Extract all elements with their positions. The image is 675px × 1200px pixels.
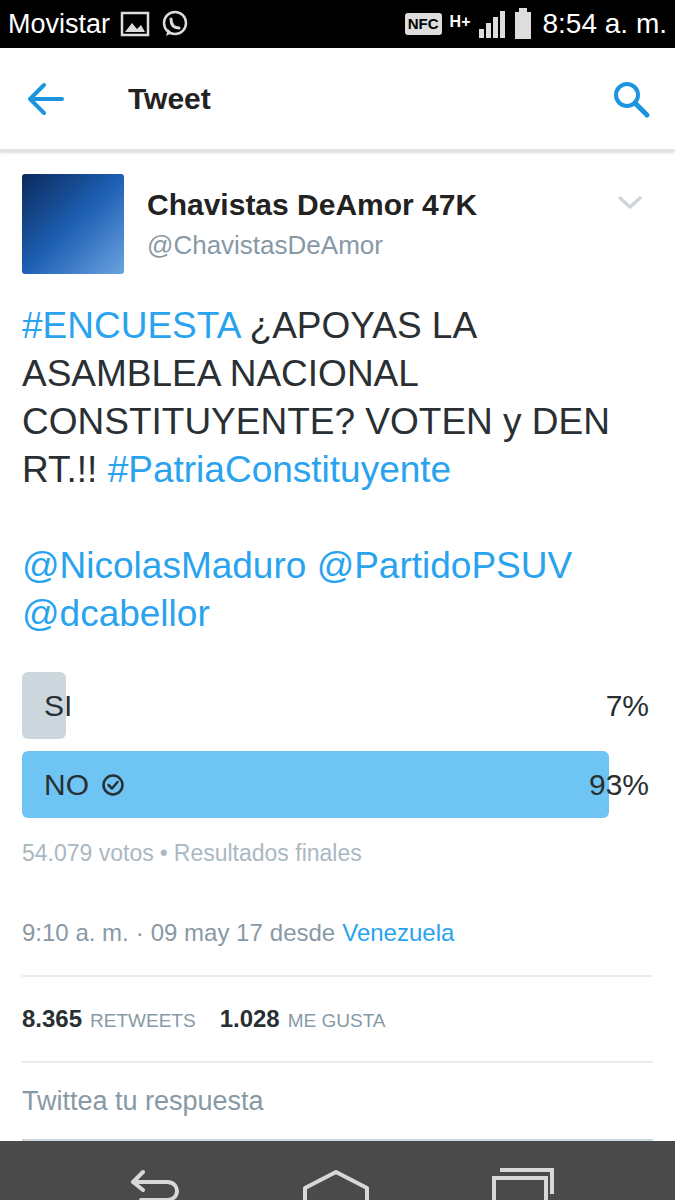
poll-option-percent: 93% bbox=[589, 762, 653, 807]
poll-status: Resultados finales bbox=[174, 836, 362, 871]
reply-input[interactable] bbox=[22, 1063, 653, 1142]
search-icon[interactable] bbox=[611, 79, 651, 119]
whatsapp-icon bbox=[160, 9, 190, 39]
poll: SI 7% NO 93% bbox=[22, 672, 653, 818]
stat[interactable]: 1.028 ME GUSTA bbox=[220, 1001, 386, 1037]
back-icon[interactable] bbox=[119, 1166, 183, 1200]
battery-icon bbox=[514, 8, 532, 40]
vote-count: 54.079 votos bbox=[22, 836, 154, 871]
image-icon bbox=[120, 11, 150, 37]
carrier-label: Movistar bbox=[8, 11, 110, 38]
tweet-paragraph: @NicolasMaduro @PartidoPSUV @dcabellor bbox=[22, 542, 633, 638]
location-prefix: desde bbox=[270, 915, 335, 951]
poll-option-label: SI bbox=[44, 683, 72, 728]
stat-count: 8.365 bbox=[22, 1001, 82, 1037]
separator: • bbox=[160, 836, 168, 871]
hashtag-link[interactable]: #PatriaConstituyente bbox=[108, 449, 451, 490]
poll-summary: 54.079 votos•Resultados finales bbox=[22, 836, 653, 871]
network-label: H+ bbox=[450, 14, 471, 30]
mention-link[interactable]: @PartidoPSUV bbox=[317, 545, 573, 586]
tweet-header: Chavistas DeAmor 47K @ChavistasDeAmor bbox=[22, 174, 653, 274]
tweet-text-segment bbox=[572, 545, 582, 586]
poll-option: SI 7% bbox=[22, 672, 653, 739]
home-icon[interactable] bbox=[301, 1166, 371, 1200]
page-title: Tweet bbox=[128, 76, 211, 121]
poll-option-percent: 7% bbox=[606, 683, 653, 728]
tweet-stats: 8.365 RETWEETS 1.028 ME GUSTA bbox=[22, 977, 653, 1063]
hashtag-link[interactable]: #ENCUESTA bbox=[22, 305, 239, 346]
status-bar: Movistar NFC H+ 8:54 a. m. bbox=[0, 0, 675, 48]
stat-label: ME GUSTA bbox=[288, 1007, 386, 1036]
chevron-down-icon[interactable] bbox=[617, 194, 643, 212]
back-arrow-icon[interactable] bbox=[24, 79, 66, 119]
mention-link[interactable]: @dcabellor bbox=[22, 593, 210, 634]
location-link[interactable]: Venezuela bbox=[342, 915, 454, 951]
nfc-badge: NFC bbox=[405, 13, 442, 35]
mention-link[interactable]: @NicolasMaduro bbox=[22, 545, 306, 586]
tweet: Chavistas DeAmor 47K @ChavistasDeAmor #ENC… bbox=[0, 152, 675, 1141]
tweet-time: 9:10 a. m. bbox=[22, 915, 129, 951]
check-circle-icon bbox=[101, 773, 125, 797]
clock-label: 8:54 a. m. bbox=[542, 10, 667, 38]
tweet-paragraph: #ENCUESTA ¿APOYAS LA ASAMBLEA NACIONAL C… bbox=[22, 302, 633, 494]
stat-label: RETWEETS bbox=[90, 1007, 196, 1036]
stat[interactable]: 8.365 RETWEETS bbox=[22, 1001, 196, 1037]
tweet-text-segment bbox=[306, 545, 316, 586]
recents-icon[interactable] bbox=[490, 1166, 556, 1200]
author-handle[interactable]: @ChavistasDeAmor bbox=[147, 228, 617, 262]
tweet-date: 09 may 17 bbox=[151, 915, 263, 951]
signal-icon bbox=[478, 9, 506, 39]
author-name[interactable]: Chavistas DeAmor 47K bbox=[147, 186, 617, 224]
avatar[interactable] bbox=[22, 174, 124, 274]
tweet-timestamp: 9:10 a. m.·09 may 17desdeVenezuela bbox=[22, 915, 653, 977]
app-bar: Tweet bbox=[0, 48, 675, 152]
navigation-bar bbox=[0, 1141, 675, 1200]
separator: · bbox=[136, 915, 144, 951]
tweet-text: #ENCUESTA ¿APOYAS LA ASAMBLEA NACIONAL C… bbox=[22, 302, 653, 638]
stat-count: 1.028 bbox=[220, 1001, 280, 1037]
poll-option-label: NO bbox=[44, 762, 89, 807]
poll-option: NO 93% bbox=[22, 751, 653, 818]
